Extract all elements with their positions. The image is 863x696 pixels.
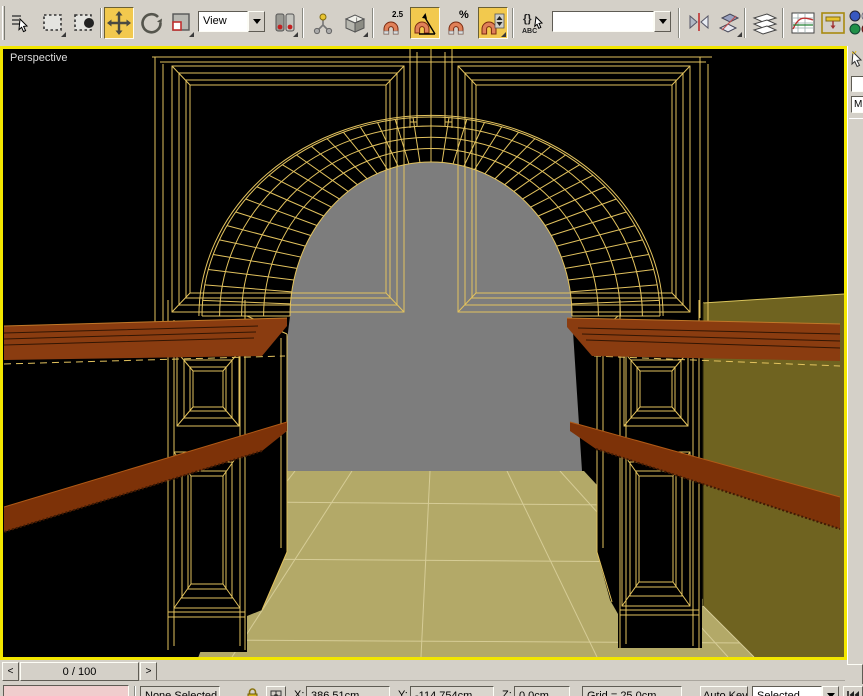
viewport-label[interactable]: Perspective [10,52,67,64]
named-selection-value [552,11,654,32]
reference-coordinate-value: View [198,11,248,32]
manipulate-icon [313,13,333,35]
z-coordinate-field[interactable]: 0.0cm [514,686,570,696]
edit-named-selection-sets-button[interactable]: {} ABC [518,7,548,39]
schematic-view-button[interactable] [818,7,848,39]
set-key-filter-value: Selected [752,686,822,696]
previous-frame-button[interactable]: < [2,662,19,681]
schematic-view-icon [821,12,845,34]
override-box-icon: L [344,14,366,33]
spinner-snap-toggle-button[interactable] [478,7,508,39]
z-label: Z: [502,689,512,696]
use-center-icon [275,13,295,32]
percent-snap-magnet-icon: % [448,9,469,35]
layer-manager-button[interactable] [750,7,780,39]
curve-editor-icon [791,12,815,34]
named-selection-sets-icon: {} ABC [522,13,544,35]
toolbar-separator [512,8,514,38]
dropdown-arrow-button[interactable] [248,11,265,32]
x-label: X: [294,689,305,696]
viewport-nav-button-fragment[interactable] [846,664,863,685]
perspective-viewport[interactable]: Perspective [0,46,847,660]
set-key-filter-dropdown[interactable]: Selected [752,686,839,696]
selection-status: None Selected [140,686,220,696]
cornice-ledge-left [3,317,288,360]
dropdown-arrow-button[interactable] [822,686,839,696]
keyboard-shortcut-override-button[interactable]: L [340,7,370,39]
auto-key-button[interactable]: Auto Key [700,686,748,696]
toolbar-separator [782,8,784,38]
snap-2-5d-magnet-icon: 2.5 [383,10,404,35]
select-and-scale-button[interactable] [166,7,196,39]
maxscript-mini-listener[interactable] [3,685,129,696]
curve-editor-button[interactable] [788,7,818,39]
status-separator [134,686,136,696]
window-crossing-toggle-button[interactable] [70,7,100,39]
spinner-snap-magnet-icon [481,13,505,35]
grid-size-display: Grid = 25.0cm [582,686,682,696]
go-to-start-icon [847,691,859,696]
reference-coordinate-dropdown[interactable]: View [198,11,265,32]
time-slider-track[interactable] [139,662,845,681]
toolbar-separator [100,8,102,38]
svg-text:%: % [459,9,469,21]
window-crossing-icon [74,14,94,31]
material-editor-button[interactable] [848,7,863,39]
create-tab-fragment[interactable] [850,50,863,70]
selection-lock-icon[interactable] [246,687,259,696]
toolbar-separator [744,8,746,38]
select-and-move-button[interactable] [104,7,134,39]
absolute-offset-toggle[interactable] [266,686,286,696]
3ds-max-window: View L 2.5 % {} ABC Perspective M < 0 / … [0,0,863,696]
angle-snap-toggle-button[interactable] [410,7,440,39]
scale-icon [172,13,190,31]
time-slider-button[interactable]: 0 / 100 [20,662,139,681]
modifier-list-fragment[interactable]: M [851,96,863,113]
angle-snap-magnet-icon [414,13,436,35]
toolbar-separator [302,8,304,38]
chevron-down-icon [252,19,261,24]
rotate-icon [141,12,162,34]
command-panel-sliver: M [847,46,863,696]
use-pivot-point-center-button[interactable] [270,7,300,39]
go-to-start-button[interactable] [843,686,863,696]
select-by-name-button[interactable] [6,7,36,39]
rectangular-selection-region-button[interactable] [38,7,68,39]
dropdown-arrow-button[interactable] [654,11,671,32]
x-coordinate-field[interactable]: 386.51cm [306,686,390,696]
align-button[interactable] [714,7,744,39]
move-icon [107,11,131,35]
select-and-manipulate-button[interactable] [308,7,338,39]
selection-region-icon [43,14,62,31]
toolbar-separator [372,8,374,38]
main-toolbar: View L 2.5 % {} ABC [0,0,863,46]
align-icon [718,13,740,33]
svg-text:{}: {} [523,13,532,25]
y-label: Y: [398,689,408,696]
absolute-mode-icon [270,690,282,696]
percent-snap-toggle-button[interactable]: % [444,7,474,39]
svg-text:2.5: 2.5 [392,10,404,19]
mirror-button[interactable] [684,7,714,39]
named-selection-dropdown[interactable] [552,11,671,32]
command-panel-body [849,118,863,688]
svg-text:ABC: ABC [522,28,537,35]
y-coordinate-field[interactable]: -114.754cm [410,686,494,696]
create-arrow-icon [851,50,863,68]
cornice-ledge-right [566,317,841,361]
toolbar-grip[interactable] [2,6,5,40]
time-slider-row: < 0 / 100 > [0,660,847,684]
material-editor-icon [849,10,863,35]
select-by-name-icon [12,15,29,33]
viewport-canvas[interactable] [3,49,844,657]
toolbar-separator [678,8,680,38]
status-bar: None Selected X: 386.51cm Y: -114.754cm … [0,684,863,696]
chevron-down-icon [658,19,667,24]
layers-icon [752,13,778,35]
object-name-field-fragment[interactable] [851,76,863,92]
snaps-toggle-button[interactable]: 2.5 [378,7,408,39]
mirror-icon [689,13,709,31]
select-and-rotate-button[interactable] [136,7,166,39]
